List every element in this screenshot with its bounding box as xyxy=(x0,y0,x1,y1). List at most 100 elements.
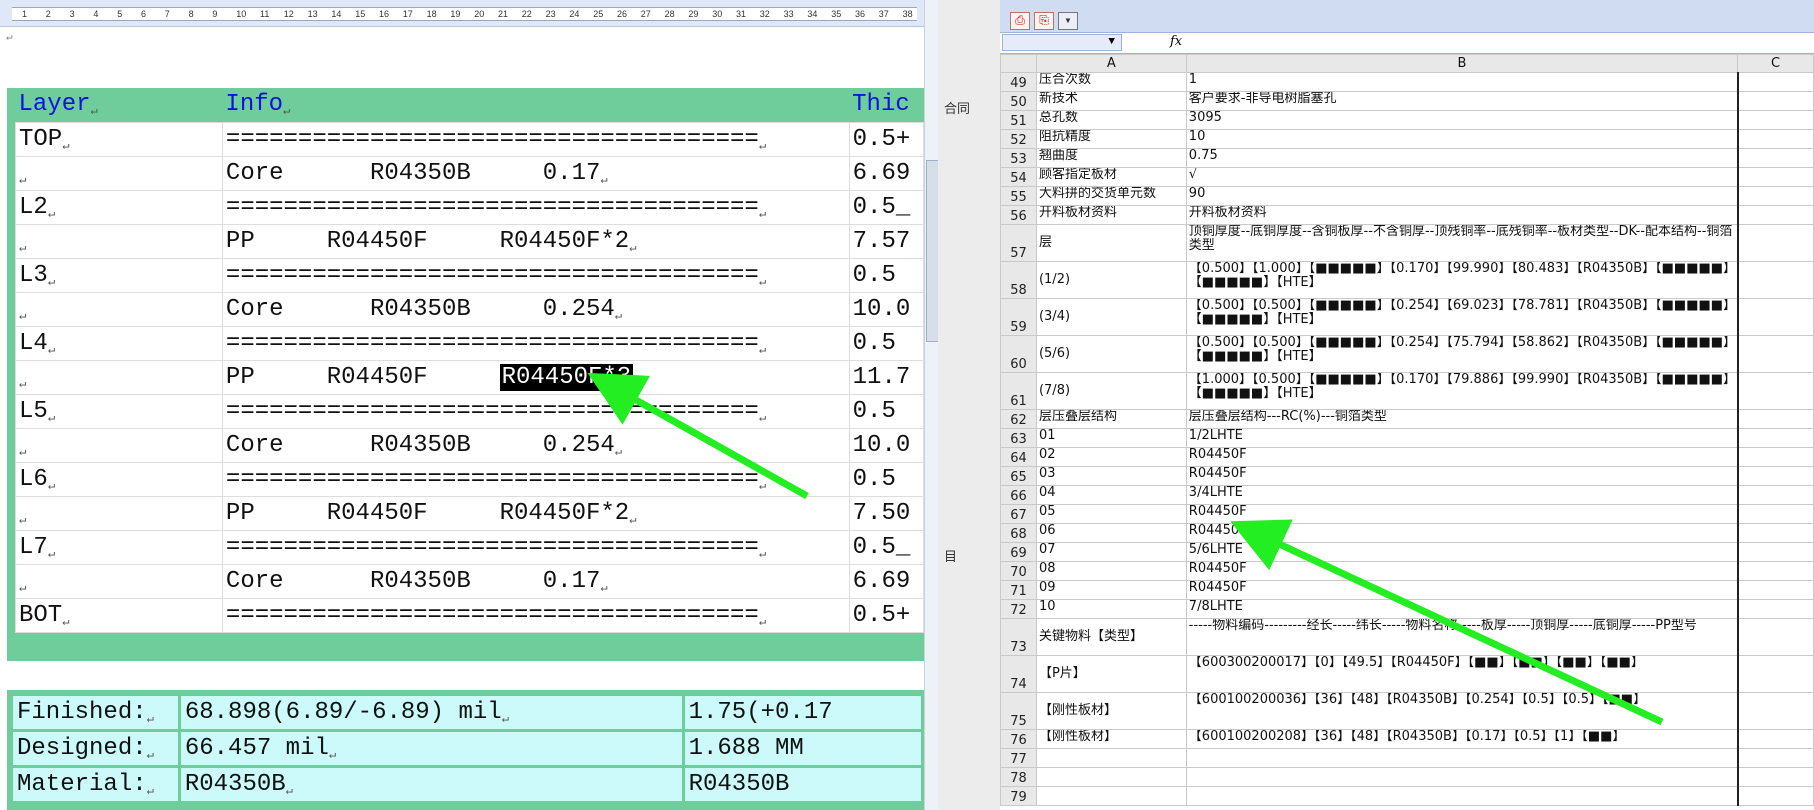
fx-icon[interactable]: fx xyxy=(1170,34,1182,49)
cell-b[interactable]: 开料板材资料 xyxy=(1185,205,1739,225)
stackup-cell-info[interactable]: =====================================↵ xyxy=(221,461,850,497)
cell-b[interactable]: 层压叠层结构---RC(%)---铜箔类型 xyxy=(1185,409,1739,429)
pdf-export-icon[interactable]: ⎘ xyxy=(1034,12,1054,30)
cell-a[interactable]: 03 xyxy=(1035,466,1187,486)
row-header[interactable]: 59 xyxy=(1000,298,1037,336)
stackup-cell-info[interactable]: =====================================↵ xyxy=(221,189,850,225)
stackup-cell-layer[interactable]: ↵ xyxy=(15,155,223,191)
stackup-cell-layer[interactable]: ↵ xyxy=(15,223,223,259)
stackup-cell-info[interactable]: PP R04450F R04450F*2↵ xyxy=(221,223,850,259)
stackup-cell-layer[interactable]: ↵ xyxy=(15,563,223,599)
cell-b[interactable]: 【600100200036】【36】【48】【R04350B】【0.254】【0… xyxy=(1185,692,1739,730)
cell-a[interactable]: 阻抗精度 xyxy=(1035,129,1187,149)
cell-a[interactable]: 总孔数 xyxy=(1035,110,1187,130)
summary-cell-value[interactable]: R04350B↵ xyxy=(177,765,685,804)
cell-a[interactable]: 09 xyxy=(1035,580,1187,600)
stackup-cell-info[interactable]: Core R04350B 0.17↵ xyxy=(221,563,850,599)
cell-c[interactable] xyxy=(1737,655,1814,693)
stackup-cell-thick[interactable]: 0.5_ xyxy=(848,529,925,565)
cell-c[interactable] xyxy=(1737,298,1814,336)
cell-a[interactable]: (3/4) xyxy=(1035,298,1187,336)
cell-c[interactable] xyxy=(1737,428,1814,448)
cell-c[interactable] xyxy=(1737,729,1814,749)
cell-a[interactable]: 04 xyxy=(1035,485,1187,505)
column-header-B[interactable]: B xyxy=(1185,54,1739,73)
row-header[interactable]: 79 xyxy=(1000,786,1037,806)
cell-c[interactable] xyxy=(1737,580,1814,600)
spreadsheet-grid[interactable]: A B C 49 压合次数 1 50 新技术 客户要求-非导电树脂塞孔 51 总孔数 3095 52 阻抗… xyxy=(1000,54,1814,810)
cell-c[interactable] xyxy=(1737,110,1814,130)
stackup-cell-layer[interactable]: BOT↵ xyxy=(15,597,223,633)
pdf-icon[interactable]: ⎙ xyxy=(1010,12,1030,30)
stackup-cell-layer[interactable]: L4↵ xyxy=(15,325,223,361)
cell-a[interactable]: 10 xyxy=(1035,599,1187,619)
cell-c[interactable] xyxy=(1737,224,1814,262)
stackup-cell-layer[interactable]: L7↵ xyxy=(15,529,223,565)
cell-c[interactable] xyxy=(1737,91,1814,111)
row-header[interactable]: 52 xyxy=(1000,129,1037,149)
stackup-cell-info[interactable]: Core R04350B 0.17↵ xyxy=(221,155,850,191)
cell-a[interactable] xyxy=(1035,786,1187,806)
stackup-cell-info[interactable]: Core R04350B 0.254↵ xyxy=(221,291,850,327)
row-header[interactable]: 51 xyxy=(1000,110,1037,130)
row-header[interactable]: 76 xyxy=(1000,729,1037,749)
row-header[interactable]: 56 xyxy=(1000,205,1037,225)
cell-b[interactable]: 7/8LHTE xyxy=(1185,599,1739,619)
stackup-cell-thick[interactable]: 10.0 xyxy=(848,291,925,327)
cell-c[interactable] xyxy=(1737,523,1814,543)
row-header[interactable]: 54 xyxy=(1000,167,1037,187)
stackup-cell-info[interactable]: =====================================↵ xyxy=(221,325,850,361)
stackup-cell-thick[interactable]: 6.69 xyxy=(848,155,925,191)
cell-b[interactable]: 0.75 xyxy=(1185,148,1739,168)
horizontal-ruler[interactable]: 1 2 3 4 5 6 7 8 9 10 11 12 13 14 15 16 17 18 19 20 21 22 23 24 2… xyxy=(0,0,924,27)
cell-c[interactable] xyxy=(1737,485,1814,505)
cell-a[interactable]: 翘曲度 xyxy=(1035,148,1187,168)
stackup-cell-thick[interactable]: 0.5 xyxy=(848,461,925,497)
cell-b[interactable] xyxy=(1185,767,1739,787)
cell-b[interactable]: R04450F xyxy=(1185,580,1739,600)
cell-a[interactable]: 开料板材资料 xyxy=(1035,205,1187,225)
row-header[interactable]: 66 xyxy=(1000,485,1037,505)
row-header[interactable]: 50 xyxy=(1000,91,1037,111)
cell-b[interactable]: 【600100200208】【36】【48】【R04350B】【0.17】【0.… xyxy=(1185,729,1739,749)
row-header[interactable]: 72 xyxy=(1000,599,1037,619)
stackup-cell-layer[interactable]: TOP↵ xyxy=(15,121,223,157)
stackup-cell-info[interactable]: =====================================↵ xyxy=(221,529,850,565)
cell-c[interactable] xyxy=(1737,186,1814,206)
cell-a[interactable]: 05 xyxy=(1035,504,1187,524)
summary-cell-value[interactable]: 68.898(6.89/-6.89) mil↵ xyxy=(177,693,685,732)
cell-b[interactable]: R04450F xyxy=(1185,447,1739,467)
stackup-cell-thick[interactable]: 0.5 xyxy=(848,257,925,293)
stackup-cell-thick[interactable]: 6.69 xyxy=(848,563,925,599)
stackup-cell-layer[interactable]: ↵ xyxy=(15,495,223,531)
cell-c[interactable] xyxy=(1737,466,1814,486)
cell-c[interactable] xyxy=(1737,129,1814,149)
cell-b[interactable]: 90 xyxy=(1185,186,1739,206)
row-header[interactable]: 60 xyxy=(1000,335,1037,373)
row-header[interactable]: 71 xyxy=(1000,580,1037,600)
cell-c[interactable] xyxy=(1737,261,1814,299)
cell-c[interactable] xyxy=(1737,148,1814,168)
cell-a[interactable]: 层压叠层结构 xyxy=(1035,409,1187,429)
row-header[interactable]: 78 xyxy=(1000,767,1037,787)
column-header-C[interactable]: C xyxy=(1737,54,1814,73)
row-header[interactable]: 74 xyxy=(1000,655,1037,693)
stackup-cell-info[interactable]: PP R04450F R04450F*2↵ xyxy=(221,495,850,531)
cell-a[interactable]: 【刚性板材】 xyxy=(1035,729,1187,749)
row-header[interactable]: 64 xyxy=(1000,447,1037,467)
stackup-cell-thick[interactable]: 11.7 xyxy=(848,359,925,395)
summary-cell-label[interactable]: Material:↵ xyxy=(10,765,181,804)
cell-c[interactable] xyxy=(1737,561,1814,581)
cell-c[interactable] xyxy=(1737,72,1814,92)
stackup-cell-thick[interactable]: 0.5+ xyxy=(848,597,925,633)
row-header[interactable]: 68 xyxy=(1000,523,1037,543)
stackup-cell-thick[interactable]: 0.5+ xyxy=(848,121,925,157)
cell-a[interactable] xyxy=(1035,767,1187,787)
word-vertical-scrollbar[interactable] xyxy=(924,0,939,810)
cell-b[interactable]: R04450F xyxy=(1185,523,1739,543)
column-header-A[interactable]: A xyxy=(1035,54,1187,73)
cell-a[interactable]: 压合次数 xyxy=(1035,72,1187,92)
cell-c[interactable] xyxy=(1737,372,1814,410)
cell-b[interactable]: -----物料编码---------经长-----纬长-----物料名称----… xyxy=(1185,618,1739,656)
stackup-cell-info[interactable]: =====================================↵ xyxy=(221,121,850,157)
